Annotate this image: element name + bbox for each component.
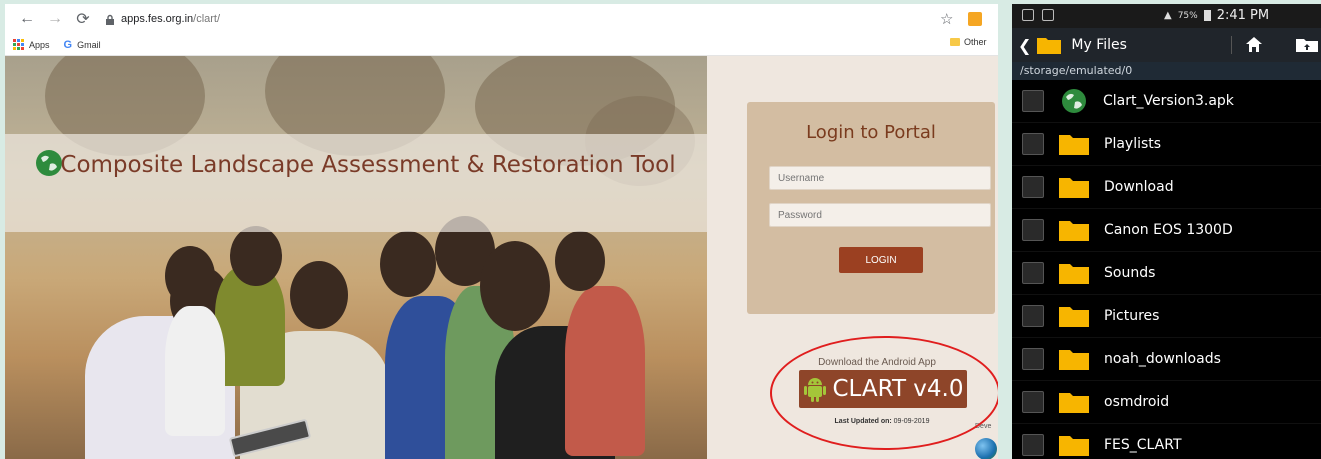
folder-icon [1059, 264, 1089, 284]
bookmark-apps-label: Apps [29, 39, 50, 50]
login-button[interactable]: LOGIN [839, 247, 923, 273]
browser-window: ← → ⟳ apps.fes.org.in/clart/ ☆ Apps G Gm… [5, 4, 998, 459]
folder-icon [950, 38, 960, 46]
folder-icon [1037, 38, 1062, 54]
folder-icon [1059, 221, 1089, 241]
extension-icon[interactable] [968, 12, 982, 26]
row-checkbox[interactable] [1022, 219, 1044, 241]
file-row[interactable]: Playlists [1012, 123, 1321, 166]
file-name: FES_CLART [1104, 437, 1182, 453]
login-card: Login to Portal LOGIN [747, 102, 995, 314]
home-icon[interactable] [1246, 37, 1262, 52]
page-viewport: Composite Landscape Assessment & Restora… [5, 56, 998, 459]
folder-icon [1059, 135, 1089, 155]
file-name: noah_downloads [1104, 351, 1221, 367]
file-row[interactable]: Canon EOS 1300D [1012, 209, 1321, 252]
file-name: Canon EOS 1300D [1104, 222, 1233, 238]
app-action-bar: ❮ My Files [1012, 28, 1321, 62]
battery-icon [1203, 10, 1211, 21]
file-row[interactable]: osmdroid [1012, 381, 1321, 424]
password-input[interactable] [769, 203, 991, 227]
row-checkbox[interactable] [1022, 133, 1044, 155]
row-checkbox[interactable] [1022, 391, 1044, 413]
row-checkbox[interactable] [1022, 262, 1044, 284]
hero-photo [5, 56, 707, 459]
forward-arrow-icon[interactable]: → [43, 7, 67, 31]
google-g-icon: G [63, 38, 73, 51]
bookmark-star-icon[interactable]: ☆ [940, 10, 953, 28]
signal-icon: ▲ [1164, 10, 1172, 21]
url-path: /clart/ [193, 13, 221, 25]
file-row[interactable]: Sounds [1012, 252, 1321, 295]
address-bar-row: ← → ⟳ apps.fes.org.in/clart/ [5, 4, 998, 34]
reload-icon[interactable]: ⟳ [71, 7, 95, 31]
folder-up-icon[interactable] [1296, 38, 1318, 52]
notification-icon [1042, 9, 1054, 21]
file-row[interactable]: Download [1012, 166, 1321, 209]
back-arrow-icon[interactable]: ← [15, 7, 39, 31]
file-name: Download [1104, 179, 1174, 195]
back-chevron-icon[interactable]: ❮ [1018, 36, 1031, 55]
status-right: ▲ 75% 2:41 PM [1164, 8, 1269, 23]
other-bookmarks[interactable]: Other [950, 37, 987, 47]
row-checkbox[interactable] [1022, 305, 1044, 327]
folder-icon [1059, 178, 1089, 198]
row-checkbox[interactable] [1022, 176, 1044, 198]
login-title: Login to Portal [806, 122, 936, 143]
highlight-oval [770, 336, 998, 450]
apk-globe-icon [1062, 89, 1086, 113]
other-bookmarks-label: Other [964, 37, 987, 47]
file-name: Pictures [1104, 308, 1160, 324]
status-bar: ▲ 75% 2:41 PM [1012, 4, 1321, 28]
file-row[interactable]: Pictures [1012, 295, 1321, 338]
file-name: Playlists [1104, 136, 1162, 152]
file-name: Clart_Version3.apk [1103, 93, 1234, 109]
file-row[interactable]: Clart_Version3.apk [1012, 80, 1321, 123]
bookmark-apps[interactable]: Apps [13, 39, 50, 50]
bookmarks-bar: Apps G Gmail [5, 34, 998, 56]
file-list: Clart_Version3.apk Playlists Download Ca… [1012, 80, 1321, 459]
url-field[interactable]: apps.fes.org.in/clart/ [105, 8, 220, 30]
notification-icon [1022, 9, 1034, 21]
lock-icon [106, 14, 114, 25]
row-checkbox[interactable] [1022, 348, 1044, 370]
divider [1231, 36, 1232, 54]
folder-icon [1059, 436, 1089, 456]
phone-screen: ▲ 75% 2:41 PM ❮ My Files /storage/emulat… [1012, 4, 1321, 459]
apps-grid-icon [13, 39, 24, 50]
file-name: osmdroid [1104, 394, 1170, 410]
row-checkbox[interactable] [1022, 434, 1044, 456]
file-row[interactable]: FES_CLART [1012, 424, 1321, 459]
side-panel: Login to Portal LOGIN Download the Andro… [707, 56, 998, 459]
folder-icon [1059, 350, 1089, 370]
folder-icon [1059, 393, 1089, 413]
bookmark-gmail[interactable]: G Gmail [64, 39, 101, 51]
app-title: My Files [1071, 37, 1127, 53]
file-name: Sounds [1104, 265, 1156, 281]
developer-globe-icon [975, 438, 997, 459]
row-checkbox[interactable] [1022, 90, 1044, 112]
username-input[interactable] [769, 166, 991, 190]
url-host: apps.fes.org.in [121, 13, 194, 25]
file-row[interactable]: noah_downloads [1012, 338, 1321, 381]
folder-icon [1059, 307, 1089, 327]
site-title: Composite Landscape Assessment & Restora… [60, 152, 676, 178]
battery-percent: 75% [1177, 10, 1198, 21]
path-bar: /storage/emulated/0 [1012, 62, 1321, 80]
bookmark-gmail-label: Gmail [77, 39, 101, 50]
clock: 2:41 PM [1216, 8, 1270, 23]
